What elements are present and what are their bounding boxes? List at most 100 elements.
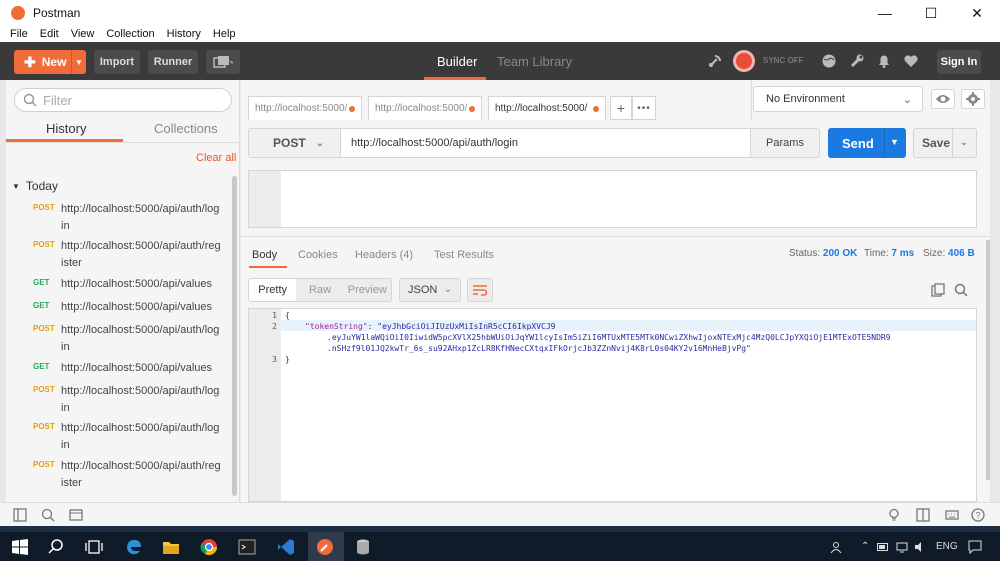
history-item[interactable]: POST http://localhost:5000/api/auth/logi… (6, 383, 232, 419)
postman-taskbar-icon[interactable] (316, 538, 334, 556)
chevron-down-icon[interactable]: ⌄ (960, 137, 968, 148)
history-item[interactable]: POST http://localhost:5000/api/auth/logi… (6, 201, 232, 237)
globe-icon[interactable] (821, 53, 837, 69)
file-explorer-icon[interactable] (162, 538, 180, 556)
method-select-value: POST (273, 136, 306, 150)
history-item-url: http://localhost:5000/api/values (61, 362, 213, 374)
search-icon[interactable] (47, 538, 65, 556)
edge-browser-icon[interactable] (125, 538, 143, 556)
close-button[interactable]: ✕ (954, 0, 1000, 26)
menu-view[interactable]: View (71, 28, 95, 40)
plus-icon: ✚ (24, 53, 36, 70)
vscode-icon[interactable] (277, 538, 295, 556)
copy-icon[interactable] (931, 283, 945, 297)
history-group-today[interactable]: ▼ Today (12, 179, 58, 193)
wrap-lines-button[interactable] (467, 278, 493, 302)
chevron-down-icon[interactable]: ▼ (890, 137, 899, 147)
pane-divider[interactable] (241, 236, 990, 237)
interceptor-icon[interactable] (707, 53, 723, 69)
menu-file[interactable]: File (10, 28, 28, 40)
request-body-editor[interactable] (248, 170, 977, 228)
history-item[interactable]: GET http://localhost:5000/api/values (6, 360, 232, 380)
method-select[interactable]: POST ⌄ (249, 129, 341, 157)
sidebar-scrollbar[interactable] (232, 176, 237, 496)
runner-button[interactable]: Runner (148, 50, 198, 74)
request-tab[interactable]: http://localhost:5000/ (248, 96, 362, 120)
save-button[interactable]: Save ⌄ (913, 128, 977, 158)
view-pretty-tab[interactable]: Pretty (249, 279, 297, 301)
tab-test-results[interactable]: Test Results (434, 249, 494, 261)
manage-environments-button[interactable] (961, 89, 985, 109)
input-language[interactable]: ENG (936, 541, 958, 552)
task-view-icon[interactable] (85, 538, 103, 556)
network-icon[interactable] (896, 541, 908, 553)
url-input[interactable]: http://localhost:5000/api/auth/login (351, 137, 518, 149)
history-item[interactable]: GET http://localhost:5000/api/values (6, 299, 232, 319)
import-button[interactable]: Import (94, 50, 140, 74)
menu-edit[interactable]: Edit (40, 28, 59, 40)
new-button[interactable]: ✚ New ▼ (14, 50, 86, 74)
view-preview-tab[interactable]: Preview (344, 284, 391, 296)
new-window-button[interactable] (206, 50, 240, 74)
sign-in-button[interactable]: Sign In (937, 50, 981, 74)
sync-status-icon[interactable] (733, 50, 755, 72)
minimize-button[interactable]: — (862, 0, 908, 26)
battery-icon[interactable] (877, 542, 889, 552)
tab-response-body[interactable]: Body (252, 249, 277, 261)
main-scrollbar[interactable] (986, 240, 990, 480)
toggle-sidebar-icon[interactable] (13, 508, 27, 522)
environment-quick-look-button[interactable] (931, 89, 955, 109)
format-select[interactable]: JSON ⌄ (399, 278, 461, 302)
console-icon[interactable] (69, 508, 83, 522)
tab-collections[interactable]: Collections (154, 121, 218, 136)
view-raw-tab[interactable]: Raw (296, 284, 343, 296)
os-taskbar: ⌃ ENG (0, 532, 1000, 561)
database-icon[interactable] (354, 538, 372, 556)
menu-help[interactable]: Help (213, 28, 236, 40)
terminal-icon[interactable] (238, 538, 256, 556)
tab-team-library[interactable]: Team Library (497, 42, 572, 80)
tab-history[interactable]: History (46, 121, 86, 136)
lightbulb-icon[interactable] (887, 508, 901, 522)
history-item[interactable]: POST http://localhost:5000/api/auth/regi… (6, 458, 232, 494)
search-icon[interactable] (41, 508, 55, 522)
keyboard-icon[interactable] (945, 508, 959, 522)
tray-chevron-icon[interactable]: ⌃ (861, 541, 869, 552)
filter-input[interactable]: Filter (14, 88, 232, 112)
response-body-viewer[interactable]: 1 2 3 { "tokenString": "eyJhbGciOiJIUzUx… (248, 308, 977, 502)
send-button[interactable]: Send ▼ (828, 128, 906, 158)
maximize-button[interactable]: ☐ (908, 0, 954, 26)
history-item-method: POST (33, 385, 55, 394)
people-icon[interactable] (830, 541, 842, 553)
params-button[interactable]: Params (750, 128, 820, 158)
windows-start-icon[interactable] (11, 538, 29, 556)
history-item[interactable]: POST http://localhost:5000/api/auth/regi… (6, 238, 232, 274)
clear-all-link[interactable]: Clear all (196, 152, 236, 164)
tab-response-cookies[interactable]: Cookies (298, 249, 338, 261)
help-icon[interactable]: ? (971, 508, 985, 522)
two-pane-view-icon[interactable] (916, 508, 930, 522)
history-item[interactable]: POST http://localhost:5000/api/auth/logi… (6, 322, 232, 358)
more-tabs-button[interactable]: ••• (632, 96, 656, 120)
chevron-down-icon: ⌄ (443, 284, 452, 295)
request-tab-active[interactable]: http://localhost:5000/ (488, 96, 606, 120)
search-response-icon[interactable] (954, 283, 968, 297)
chrome-icon[interactable] (200, 538, 218, 556)
menu-collection[interactable]: Collection (106, 28, 154, 40)
volume-icon[interactable] (914, 541, 926, 553)
save-button-label: Save (922, 136, 951, 150)
tab-builder[interactable]: Builder (437, 42, 477, 80)
bell-icon[interactable] (876, 53, 892, 69)
wrench-icon[interactable] (849, 53, 865, 69)
add-tab-button[interactable]: + (610, 96, 632, 120)
action-center-icon[interactable] (968, 540, 982, 554)
request-tab[interactable]: http://localhost:5000/ (368, 96, 482, 120)
history-item-url: http://localhost:5000/api/auth/login (61, 385, 220, 414)
environment-select[interactable]: No Environment ⌄ (753, 86, 923, 112)
history-item[interactable]: GET http://localhost:5000/api/values (6, 276, 232, 296)
chevron-down-icon[interactable]: ▼ (72, 58, 86, 67)
tab-response-headers[interactable]: Headers (4) (355, 249, 413, 261)
menu-history[interactable]: History (167, 28, 201, 40)
history-item[interactable]: POST http://localhost:5000/api/auth/logi… (6, 420, 232, 456)
heart-icon[interactable] (903, 53, 919, 69)
